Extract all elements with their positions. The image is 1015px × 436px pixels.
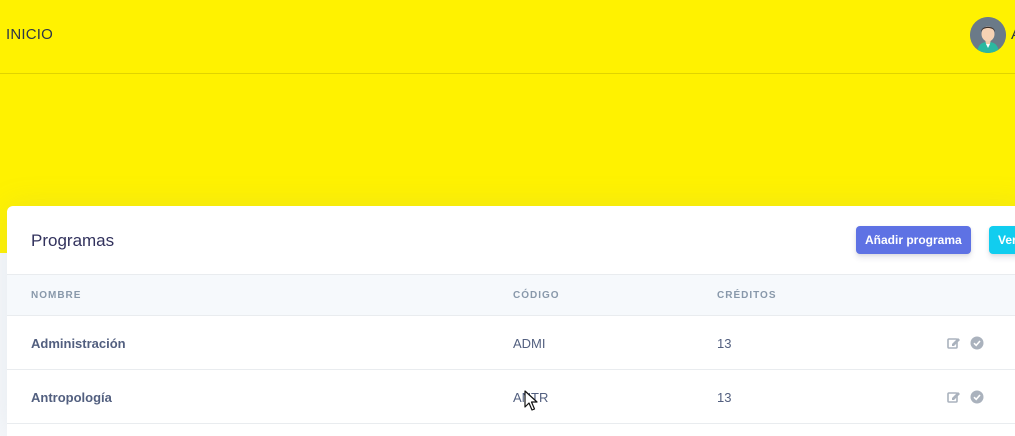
header-divider (0, 73, 1015, 74)
cell-nombre: Administración (31, 336, 126, 351)
cell-codigo: ADMI (513, 336, 546, 351)
column-header-creditos[interactable]: CRÉDITOS (717, 290, 777, 301)
table-row: Administración ADMI 13 (7, 316, 1015, 370)
check-circle-icon[interactable] (970, 390, 984, 404)
table-header: NOMBRE CÓDIGO CRÉDITOS (7, 274, 1015, 316)
table-row: Antropología ANTR 13 (7, 370, 1015, 424)
add-program-button[interactable]: Añadir programa (856, 226, 971, 254)
programs-card: Programas Añadir programa Ver NOMBRE CÓD… (7, 206, 1015, 436)
edit-icon[interactable] (947, 336, 961, 350)
column-header-nombre[interactable]: NOMBRE (31, 290, 81, 301)
mouse-cursor-icon (524, 390, 538, 412)
check-circle-icon[interactable] (970, 336, 984, 350)
cell-nombre: Antropología (31, 390, 112, 405)
column-header-codigo[interactable]: CÓDIGO (513, 290, 560, 301)
cell-creditos: 13 (717, 390, 732, 405)
cell-creditos: 13 (717, 336, 732, 351)
view-button[interactable]: Ver (989, 226, 1015, 254)
edit-icon[interactable] (947, 390, 961, 404)
user-name[interactable]: A (1011, 26, 1015, 43)
card-title: Programas (31, 231, 115, 250)
page-title: INICIO (6, 26, 54, 43)
user-avatar-icon[interactable] (970, 17, 1006, 53)
